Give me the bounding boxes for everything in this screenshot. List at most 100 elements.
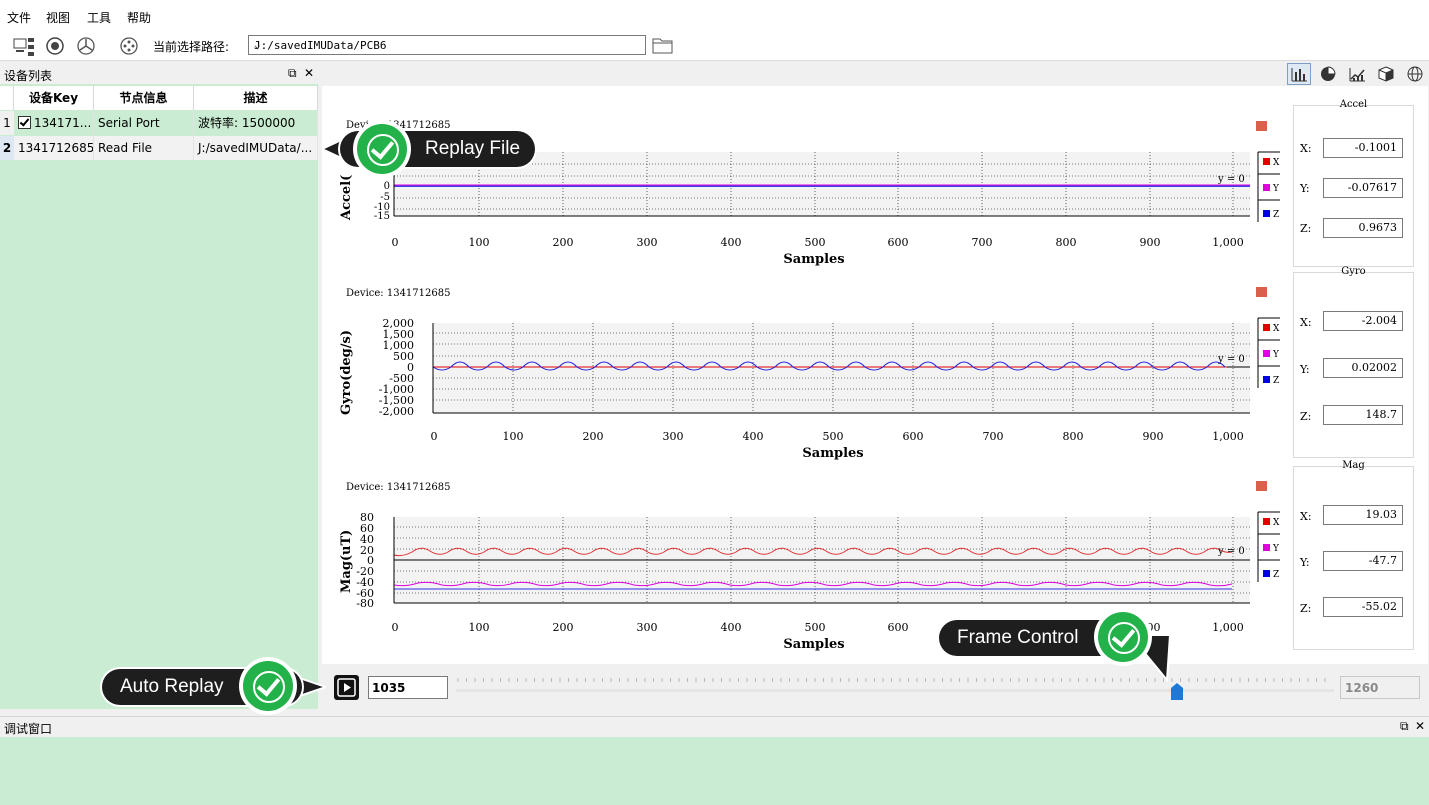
float-icon[interactable]: ⧉ bbox=[1400, 719, 1409, 734]
svg-text:200: 200 bbox=[583, 430, 604, 443]
menu-view[interactable]: 视图 bbox=[46, 9, 70, 26]
svg-text:Y: Y bbox=[1272, 544, 1280, 554]
panel-title: Mag bbox=[1342, 460, 1365, 471]
device-panel-title-bar: 设备列表 ⧉ ✕ bbox=[0, 64, 318, 84]
play-button[interactable] bbox=[334, 675, 359, 700]
svg-text:Z: Z bbox=[1273, 210, 1279, 220]
total-frames-box: 1260 bbox=[1340, 676, 1420, 699]
x-axis-label: Samples bbox=[783, 637, 844, 652]
row-checkbox[interactable] bbox=[18, 116, 31, 129]
view-3d-button[interactable] bbox=[1374, 63, 1398, 85]
device-panel-title: 设备列表 bbox=[4, 69, 53, 83]
color-swatch[interactable] bbox=[1256, 287, 1267, 297]
table-row[interactable]: 2 1341712685 Read File J:/savedIMUData/.… bbox=[0, 136, 318, 160]
accel-y-value: -0.07617 bbox=[1323, 178, 1403, 198]
frame-value: 1035 bbox=[372, 681, 406, 695]
svg-text:0: 0 bbox=[392, 236, 399, 249]
svg-text:200: 200 bbox=[553, 621, 574, 634]
settings-button[interactable] bbox=[117, 34, 141, 58]
mag-x-value: 19.03 bbox=[1323, 505, 1403, 525]
svg-text:0: 0 bbox=[392, 621, 399, 634]
view-globe-button[interactable] bbox=[1403, 63, 1427, 85]
svg-text:400: 400 bbox=[743, 430, 764, 443]
frame-slider-handle[interactable] bbox=[1170, 683, 1183, 700]
accel-values-panel: Accel X: -0.1001 Y: -0.07617 Z: 0.9673 bbox=[1293, 99, 1414, 267]
x-ticks: 0 100 200 300 400 500 600 700 800 900 1,000 bbox=[392, 236, 1244, 249]
chevron-down-icon[interactable]: ⌄ bbox=[254, 38, 641, 51]
column-device-key[interactable]: 设备Key bbox=[14, 86, 94, 110]
view-pie-button[interactable] bbox=[1316, 63, 1340, 85]
description-cell: 波特率: 1500000 bbox=[194, 111, 318, 135]
device-label: Device: 1341712685 bbox=[346, 482, 450, 493]
svg-text:700: 700 bbox=[983, 430, 1004, 443]
callout-label: Frame Control bbox=[957, 627, 1079, 648]
mag-legend: X Y Z bbox=[1256, 510, 1282, 590]
cube-icon bbox=[1378, 66, 1394, 82]
menu-bar: 文件 视图 工具 帮助 bbox=[0, 0, 1429, 32]
dots-circle-icon bbox=[120, 37, 138, 55]
y-ticks: 806040200-20-40-60-80 bbox=[356, 511, 374, 610]
check-icon bbox=[1098, 612, 1148, 662]
device-table-header: 设备Key 节点信息 描述 bbox=[0, 86, 318, 110]
frame-slider-track[interactable] bbox=[456, 689, 1334, 692]
y-line-label: y = 0 bbox=[1217, 174, 1245, 185]
row-number: 2 bbox=[0, 136, 14, 160]
device-key-cell: 1341712685 bbox=[14, 136, 94, 160]
debug-window-body bbox=[0, 737, 1429, 805]
trend-chart-icon bbox=[1349, 68, 1365, 82]
svg-text:100: 100 bbox=[503, 430, 524, 443]
x-axis-label: Samples bbox=[802, 446, 863, 461]
close-icon[interactable]: ✕ bbox=[304, 66, 314, 80]
gyro-values-panel: Gyro X: -2.004 Y: 0.02002 Z: 148.7 bbox=[1293, 266, 1414, 458]
node-info-cell: Serial Port bbox=[94, 111, 194, 135]
pie-chart-icon bbox=[1321, 66, 1336, 81]
close-icon[interactable]: ✕ bbox=[1415, 719, 1425, 733]
fan-button[interactable] bbox=[74, 34, 98, 58]
color-swatch[interactable] bbox=[1256, 121, 1267, 131]
svg-text:0: 0 bbox=[431, 430, 438, 443]
svg-text:500: 500 bbox=[805, 621, 826, 634]
svg-text:300: 300 bbox=[663, 430, 684, 443]
svg-text:Z: Z bbox=[1273, 376, 1279, 386]
y-axis-label: Accel( bbox=[339, 175, 354, 221]
color-swatch[interactable] bbox=[1256, 481, 1267, 491]
path-label: 当前选择路径: bbox=[153, 40, 230, 54]
gyro-plot: Device: 1341712685 y = 0 2,000 1,500 1,000… bbox=[322, 281, 1292, 461]
svg-text:1,000: 1,000 bbox=[1212, 430, 1244, 443]
check-icon bbox=[243, 661, 293, 711]
bar-chart-icon bbox=[1291, 68, 1307, 82]
column-description[interactable]: 描述 bbox=[194, 86, 318, 110]
device-tree-button[interactable] bbox=[12, 34, 36, 58]
column-node-info[interactable]: 节点信息 bbox=[94, 86, 194, 110]
svg-text:100: 100 bbox=[469, 621, 490, 634]
svg-text:600: 600 bbox=[903, 430, 924, 443]
svg-text:Z: Z bbox=[1273, 570, 1279, 580]
path-combobox[interactable]: J:/savedIMUData/PCB6 ⌄ bbox=[248, 35, 646, 55]
mag-values-panel: Mag X: 19.03 Y: -47.7 Z: -55.02 bbox=[1293, 460, 1414, 650]
svg-text:600: 600 bbox=[888, 236, 909, 249]
open-folder-button[interactable] bbox=[652, 35, 674, 55]
table-row[interactable]: 1 134171... Serial Port 波特率: 1500000 bbox=[0, 111, 318, 135]
mag-y-value: -47.7 bbox=[1323, 551, 1403, 571]
frame-input[interactable]: 1035 bbox=[368, 676, 448, 699]
menu-tools[interactable]: 工具 bbox=[87, 9, 111, 26]
gyro-z-value: 148.7 bbox=[1323, 405, 1403, 425]
callout-label: Replay File bbox=[425, 138, 521, 159]
svg-text:300: 300 bbox=[637, 236, 658, 249]
folder-icon bbox=[652, 38, 673, 54]
menu-help[interactable]: 帮助 bbox=[127, 9, 151, 26]
view-line-chart-button[interactable] bbox=[1287, 63, 1311, 85]
y-line-label: y = 0 bbox=[1217, 546, 1245, 557]
view-trend-button[interactable] bbox=[1345, 63, 1369, 85]
device-tree-icon bbox=[13, 38, 34, 56]
target-button[interactable] bbox=[43, 34, 67, 58]
svg-text:400: 400 bbox=[721, 236, 742, 249]
y-axis-label: Mag(uT) bbox=[339, 530, 354, 593]
panel-title: Accel bbox=[1339, 99, 1368, 110]
menu-file[interactable]: 文件 bbox=[7, 9, 31, 26]
x-axis-label: Samples bbox=[783, 252, 844, 267]
float-icon[interactable]: ⧉ bbox=[288, 66, 297, 81]
device-key-cell: 134171... bbox=[14, 111, 94, 135]
x-ticks: 0 100 200 300 400 500 600 700 800 900 1,000 bbox=[431, 430, 1244, 443]
callout-label: Auto Replay bbox=[120, 676, 224, 697]
